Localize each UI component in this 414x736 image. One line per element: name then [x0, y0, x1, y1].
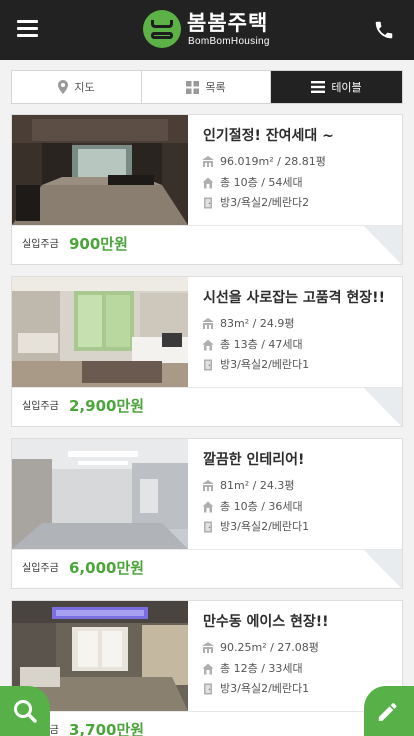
tab-map-label: 지도 [74, 81, 95, 94]
price-label: 실입주금 [22, 401, 59, 412]
listing-floors: 총 10층 / 36세대 [202, 500, 303, 514]
pencil-icon [378, 703, 397, 721]
listing-card[interactable]: 깔끔한 인테리어! 81m² / 24.3평 총 10층 / 36세대 방3/욕… [11, 438, 403, 589]
list-icon [311, 81, 326, 93]
logo-text-english: BomBomHousing [188, 36, 270, 47]
listing-area-text: 90.25m² / 27.08평 [220, 641, 319, 654]
house-icon [202, 339, 214, 351]
door-icon [204, 683, 212, 695]
listing-area-text: 96.019m² / 28.81평 [220, 155, 326, 168]
logo-mark-icon [143, 10, 181, 48]
listing-info: 인기절정! 잔여세대 ~ 96.019m² / 28.81평 총 10층 / 5… [188, 115, 402, 225]
listing-area: 83m² / 24.9평 [202, 317, 294, 331]
listing-floors-text: 총 13층 / 47세대 [220, 338, 303, 351]
house-icon [202, 663, 214, 675]
write-button[interactable] [364, 686, 414, 736]
listing-photo [12, 439, 188, 549]
listing-area-text: 83m² / 24.9평 [220, 317, 295, 330]
listing-floors-text: 총 10층 / 54세대 [220, 176, 303, 189]
listing-title: 시선을 사로잡는 고품격 현장!! [203, 290, 385, 306]
price-label: 실입주금 [22, 563, 59, 574]
listing-floors-text: 총 12층 / 33세대 [220, 662, 303, 675]
listing-floors-text: 총 10층 / 36세대 [220, 500, 303, 513]
price-label: 실입주금 [22, 239, 59, 250]
price-value: 3,700만원 [69, 721, 145, 736]
listing-area: 96.019m² / 28.81평 [202, 155, 326, 169]
building-icon [202, 156, 214, 167]
door-icon [204, 197, 212, 209]
tab-list-label: 목록 [205, 81, 226, 94]
view-mode-tabs: 지도 목록 테이블 [11, 70, 403, 104]
door-icon [204, 359, 212, 371]
listing-rooms-text: 방3/욕실2/베란다1 [220, 358, 310, 371]
tab-list[interactable]: 목록 [142, 71, 271, 103]
listing-photo [12, 115, 188, 225]
price-value: 2,900만원 [69, 397, 145, 415]
corner-decoration [364, 550, 402, 589]
price-value: 6,000만원 [69, 559, 145, 577]
listing-price-row: 실입주금 900만원 [12, 225, 402, 265]
house-icon [202, 177, 214, 189]
tab-table-label: 테이블 [331, 81, 362, 94]
listing-rooms-text: 방3/욕실2/베란다1 [220, 682, 310, 695]
price-value: 900만원 [69, 235, 128, 253]
listing-rooms-text: 방3/욕실2/베란다2 [220, 196, 310, 209]
listing-info: 깔끔한 인테리어! 81m² / 24.3평 총 10층 / 36세대 방3/욕… [188, 439, 402, 549]
listing-rooms: 방3/욕실2/베란다1 [202, 682, 309, 696]
listing-floors: 총 10층 / 54세대 [202, 176, 303, 190]
listing-rooms-text: 방3/욕실2/베란다1 [220, 520, 310, 533]
logo-text-korean: 봄봄주택 [187, 11, 269, 35]
phone-icon[interactable] [373, 19, 395, 41]
search-button[interactable] [0, 686, 50, 736]
listing-card[interactable]: 만수동 에이스 현장!! 90.25m² / 27.08평 총 12층 / 33… [11, 600, 403, 736]
listing-card[interactable]: 인기절정! 잔여세대 ~ 96.019m² / 28.81평 총 10층 / 5… [11, 114, 403, 265]
listing-price-row: 실입주금 3,700만원 [12, 711, 402, 736]
listing-price-row: 실입주금 6,000만원 [12, 549, 402, 589]
door-icon [204, 521, 212, 533]
tab-map[interactable]: 지도 [12, 71, 142, 103]
listing-rooms: 방3/욕실2/베란다2 [202, 196, 309, 210]
listing-title: 깔끔한 인테리어! [203, 452, 305, 468]
building-icon [202, 318, 214, 329]
listing-area: 81m² / 24.3평 [202, 479, 294, 493]
building-icon [202, 480, 214, 491]
corner-decoration [364, 226, 402, 265]
listing-rooms: 방3/욕실2/베란다1 [202, 358, 309, 372]
listing-floors: 총 12층 / 33세대 [202, 662, 303, 676]
listing-area: 90.25m² / 27.08평 [202, 641, 319, 655]
map-pin-icon [58, 80, 69, 94]
building-icon [202, 642, 214, 653]
hamburger-menu-icon[interactable] [17, 19, 38, 37]
listing-area-text: 81m² / 24.3평 [220, 479, 295, 492]
house-icon [202, 501, 214, 513]
listing-rooms: 방3/욕실2/베란다1 [202, 520, 309, 534]
tab-table[interactable]: 테이블 [271, 71, 402, 103]
corner-decoration [364, 388, 402, 427]
listing-card[interactable]: 시선을 사로잡는 고품격 현장!! 83m² / 24.9평 총 13층 / 4… [11, 276, 403, 427]
listing-title: 만수동 에이스 현장!! [203, 614, 329, 630]
listing-photo [12, 277, 188, 387]
listing-title: 인기절정! 잔여세대 ~ [203, 128, 334, 144]
grid-icon [186, 80, 200, 94]
listing-info: 시선을 사로잡는 고품격 현장!! 83m² / 24.9평 총 13층 / 4… [188, 277, 402, 387]
search-icon [14, 700, 37, 723]
logo[interactable]: 봄봄주택 BomBomHousing [143, 10, 269, 50]
listing-price-row: 실입주금 2,900만원 [12, 387, 402, 427]
listing-floors: 총 13층 / 47세대 [202, 338, 303, 352]
app-header: 봄봄주택 BomBomHousing [0, 0, 414, 60]
